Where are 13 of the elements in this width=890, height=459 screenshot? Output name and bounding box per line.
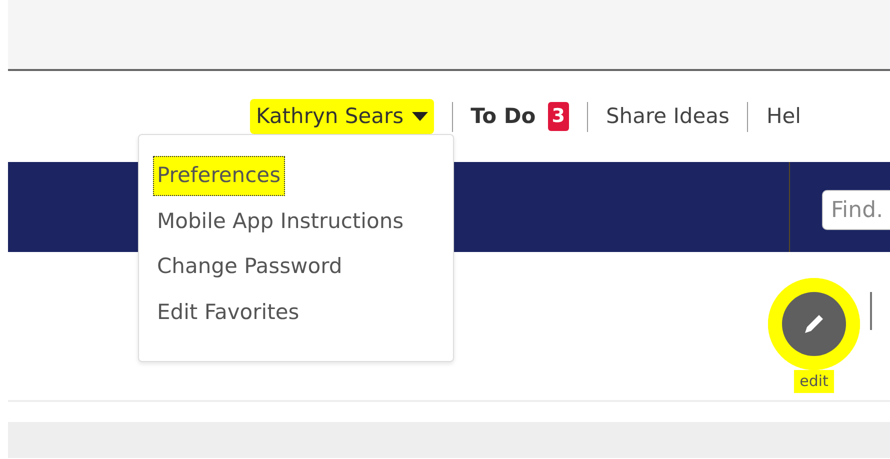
menu-item[interactable]: Change Password: [153, 247, 346, 286]
nav-link[interactable]: Share Ideas: [606, 100, 730, 132]
menu-item[interactable]: Mobile App Instructions: [153, 202, 408, 241]
caret-icon: [412, 112, 428, 122]
nav-link[interactable]: Hel: [766, 100, 802, 132]
menu-item[interactable]: Edit Favorites: [153, 292, 304, 332]
search-field[interactable]: Find.: [822, 190, 890, 230]
menu-item[interactable]: Preferences: [153, 156, 285, 196]
edit-label: edit: [794, 370, 834, 392]
edit-button[interactable]: [782, 292, 846, 356]
to-do-link[interactable]: To Do: [470, 100, 536, 132]
count-badge: 3: [548, 102, 569, 131]
user-menu[interactable]: Kathryn Sears: [250, 98, 434, 134]
